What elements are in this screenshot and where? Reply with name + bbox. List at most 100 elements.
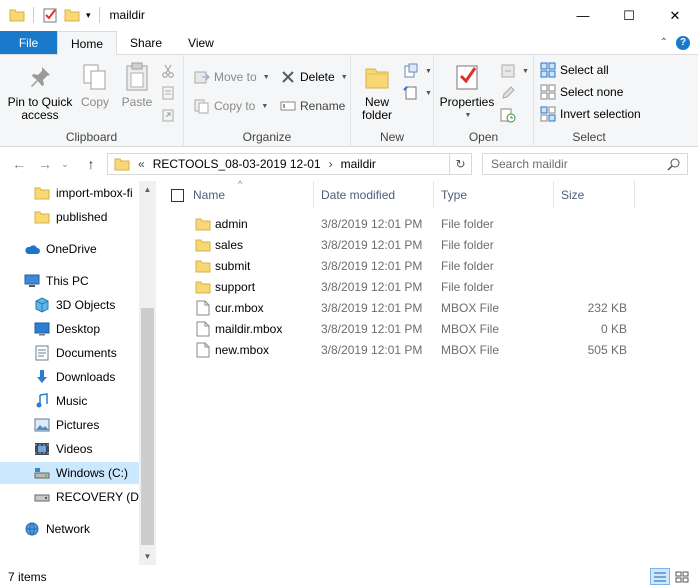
nav-item-this-pc[interactable]: This PC	[0, 270, 139, 292]
close-button[interactable]: ✕	[652, 0, 698, 31]
open-button[interactable]: ▼	[500, 61, 529, 81]
easy-access-button[interactable]: ▼	[403, 83, 432, 103]
new-folder-icon[interactable]	[64, 7, 80, 23]
scroll-down-icon[interactable]: ▼	[139, 548, 156, 565]
column-divider[interactable]	[313, 181, 314, 208]
pin-to-quick-access-button[interactable]: Pin to Quick access	[6, 61, 74, 122]
folder-icon	[34, 211, 50, 224]
toolbar-divider	[33, 7, 34, 23]
select-group-label: Select	[572, 130, 606, 144]
table-row[interactable]: submit 3/8/2019 12:01 PM File folder	[191, 255, 631, 276]
table-row[interactable]: support 3/8/2019 12:01 PM File folder	[191, 276, 631, 297]
nav-item-downloads[interactable]: Downloads	[0, 366, 139, 388]
breadcrumb-overflow[interactable]: «	[138, 157, 145, 171]
table-row[interactable]: cur.mbox 3/8/2019 12:01 PM MBOX File 232…	[191, 297, 631, 318]
nav-item-pictures[interactable]: Pictures	[0, 414, 139, 436]
new-folder-button[interactable]: New folder	[355, 61, 399, 122]
edit-button[interactable]	[500, 83, 516, 103]
select-all-button[interactable]: Select all	[540, 60, 609, 80]
refresh-button[interactable]: ↻	[449, 154, 471, 174]
column-header-size[interactable]: Size	[561, 188, 584, 202]
properties-icon[interactable]	[42, 7, 58, 23]
tab-file[interactable]: File	[0, 31, 57, 54]
rename-button[interactable]: Rename	[280, 96, 345, 116]
chevron-down-icon: ⌄	[61, 158, 69, 169]
nav-item-music[interactable]: Music	[0, 390, 139, 412]
recent-locations-button[interactable]: ⌄	[58, 153, 72, 175]
table-row[interactable]: new.mbox 3/8/2019 12:01 PM MBOX File 505…	[191, 339, 631, 360]
column-header-type[interactable]: Type	[441, 188, 467, 202]
table-row[interactable]: maildir.mbox 3/8/2019 12:01 PM MBOX File…	[191, 318, 631, 339]
select-none-button[interactable]: Select none	[540, 82, 623, 102]
properties-icon	[456, 65, 478, 90]
nav-item-onedrive[interactable]: OneDrive	[0, 238, 139, 260]
file-type: File folder	[441, 237, 494, 252]
details-view-button[interactable]	[650, 568, 670, 585]
paste-shortcut-button[interactable]	[160, 105, 176, 125]
move-to-button[interactable]: Move to ▼	[194, 67, 270, 87]
quick-access-toolbar: ▾	[0, 7, 102, 23]
tab-share[interactable]: Share	[117, 31, 175, 54]
scroll-up-icon[interactable]: ▲	[139, 181, 156, 198]
maximize-button[interactable]: ☐	[606, 0, 652, 31]
nav-item-documents[interactable]: Documents	[0, 342, 139, 364]
table-row[interactable]: sales 3/8/2019 12:01 PM File folder	[191, 234, 631, 255]
table-row[interactable]: admin 3/8/2019 12:01 PM File folder	[191, 213, 631, 234]
nav-item-windows-c[interactable]: Windows (C:)	[0, 462, 139, 484]
cut-button[interactable]	[160, 61, 176, 81]
up-button[interactable]: ↑	[80, 153, 102, 175]
copy-to-button[interactable]: Copy to ▼	[194, 96, 268, 116]
copy-button[interactable]: Copy	[76, 61, 114, 109]
delete-button[interactable]: Delete ▼	[280, 67, 348, 87]
nav-item-videos[interactable]: Videos	[0, 438, 139, 460]
column-divider[interactable]	[634, 181, 635, 208]
paste-button[interactable]: Paste	[118, 61, 156, 109]
file-size: 505 KB	[587, 342, 627, 357]
column-divider[interactable]	[433, 181, 434, 208]
breadcrumb-separator[interactable]: ›	[329, 157, 333, 171]
copy-path-button[interactable]	[160, 83, 176, 103]
tab-home[interactable]: Home	[57, 31, 118, 55]
nav-item-network[interactable]: Network	[0, 518, 139, 540]
search-input[interactable]: Search maildir	[482, 153, 688, 175]
customize-toolbar-icon[interactable]: ▾	[86, 10, 91, 21]
back-button[interactable]: ←	[8, 153, 30, 175]
organize-group: Move to ▼ Delete ▼ Copy to ▼ Rename Organiz…	[184, 55, 351, 147]
file-size: 0 KB	[600, 321, 627, 336]
column-header-name[interactable]: Name	[193, 188, 225, 202]
easy-access-icon	[403, 86, 417, 100]
file-type: MBOX File	[441, 321, 500, 336]
help-icon[interactable]: ?	[676, 35, 690, 50]
refresh-icon: ↻	[455, 157, 466, 171]
nav-item-import-mbox[interactable]: import-mbox-fi	[0, 182, 139, 204]
new-item-icon	[404, 63, 418, 78]
select-all-checkbox[interactable]	[171, 189, 184, 202]
search-placeholder: Search maildir	[491, 157, 568, 171]
properties-button[interactable]: Properties ▼	[438, 61, 496, 122]
nav-item-desktop[interactable]: Desktop	[0, 318, 139, 340]
invert-selection-button[interactable]: Invert selection	[540, 104, 641, 124]
nav-item-3d-objects[interactable]: 3D Objects	[0, 294, 139, 316]
column-header-date[interactable]: Date modified	[321, 188, 395, 202]
file-list: ^ Name Date modified Type Size admin 3/8…	[156, 179, 698, 565]
tab-view[interactable]: View	[175, 31, 227, 54]
nav-item-recovery-d[interactable]: RECOVERY (D:)	[0, 486, 139, 508]
address-bar[interactable]: « RECTOOLS_08-03-2019 12-01 › maildir ↻	[107, 153, 472, 175]
forward-button[interactable]: →	[34, 153, 56, 175]
file-date: 3/8/2019 12:01 PM	[321, 300, 423, 315]
history-button[interactable]	[500, 105, 516, 125]
breadcrumb-rectools[interactable]: RECTOOLS_08-03-2019 12-01	[153, 157, 321, 171]
column-divider[interactable]	[553, 181, 554, 208]
item-count: 7 items	[8, 569, 47, 584]
computer-icon	[24, 274, 40, 287]
minimize-button[interactable]: —	[560, 0, 606, 31]
delete-icon	[282, 71, 294, 83]
nav-item-published[interactable]: published	[0, 206, 139, 228]
scrollbar-thumb[interactable]	[141, 308, 154, 545]
new-item-button[interactable]: ▼	[403, 61, 432, 81]
breadcrumb-maildir[interactable]: maildir	[341, 157, 376, 171]
chevron-down-icon: ▼	[261, 102, 269, 110]
large-icons-view-button[interactable]	[672, 568, 692, 585]
nav-scrollbar[interactable]: ▲ ▼	[139, 181, 156, 565]
expand-ribbon-icon[interactable]: ⌃	[660, 37, 668, 48]
